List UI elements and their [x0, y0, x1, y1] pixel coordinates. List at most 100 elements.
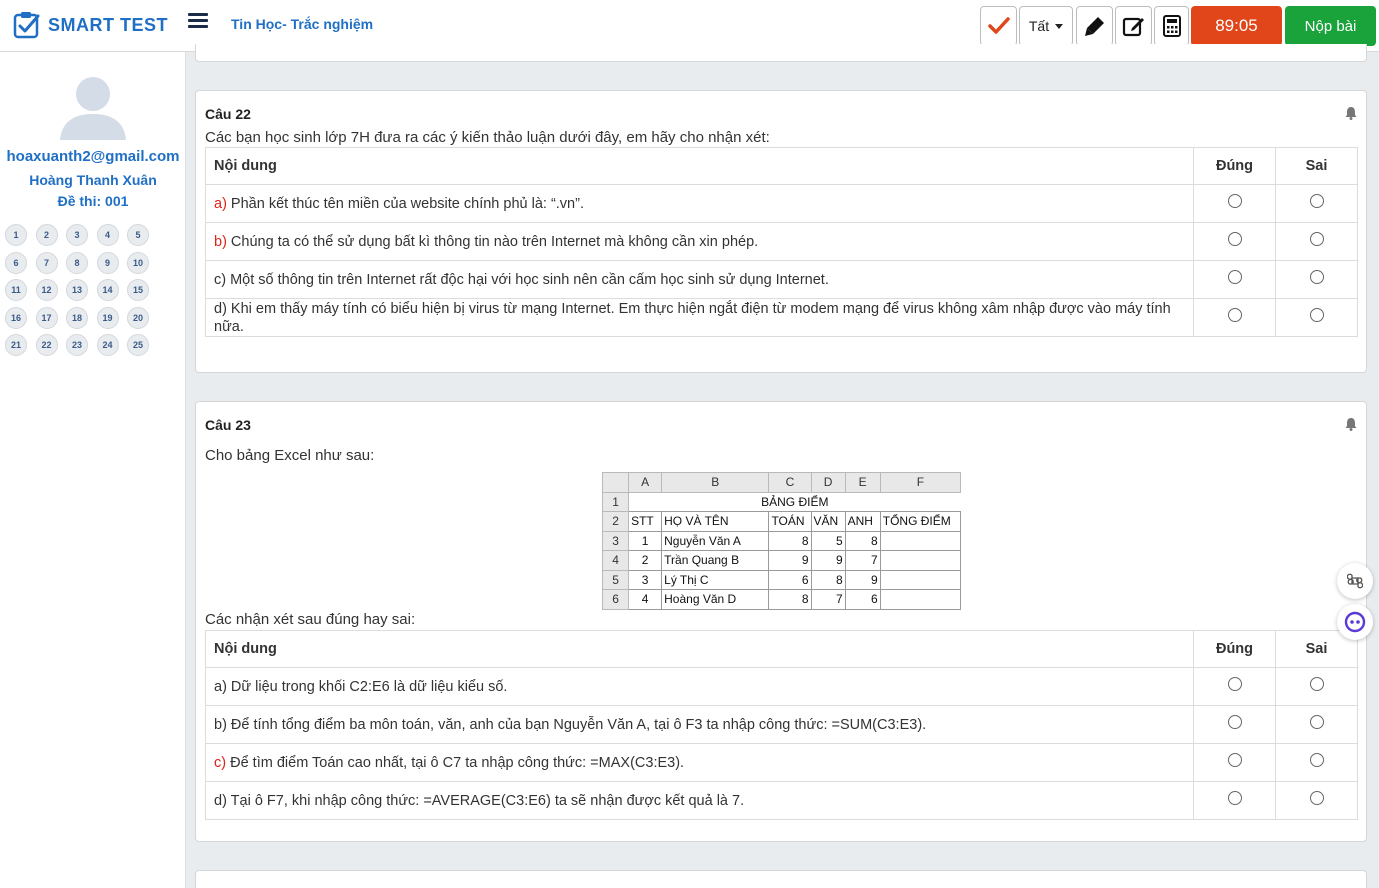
statement-text: a) Dữ liệu trong khối C2:E6 là dữ liệu k…: [214, 678, 508, 695]
statement-row: a) Dữ liệu trong khối C2:E6 là dữ liệu k…: [205, 667, 1358, 706]
menu-icon[interactable]: [188, 13, 208, 31]
statement-text: b) Để tính tổng điểm ba môn toán, văn, a…: [214, 716, 927, 733]
question-nav-button[interactable]: 5: [127, 224, 149, 246]
excel-cell: 8: [810, 569, 846, 590]
statement-text-cell: d) Khi em thấy máy tính có biểu hiện bị …: [205, 298, 1194, 337]
radio-true[interactable]: [1227, 715, 1242, 729]
bell-icon[interactable]: [1344, 417, 1358, 431]
radio-cell-true: [1193, 298, 1276, 337]
radio-cell-true: [1193, 743, 1276, 782]
question-nav-button[interactable]: 6: [5, 251, 27, 274]
checkmark-icon: [987, 17, 1010, 34]
question-nav-button[interactable]: 9: [96, 251, 119, 274]
radio-false[interactable]: [1309, 715, 1324, 729]
question-nav-button[interactable]: 7: [35, 251, 58, 274]
radio-false[interactable]: [1309, 194, 1324, 208]
shortcut-button[interactable]: [1337, 563, 1373, 599]
radio-false[interactable]: [1309, 753, 1324, 767]
statement-mark: a): [214, 195, 227, 212]
note-button[interactable]: [1115, 6, 1152, 46]
excel-cell: 4: [628, 589, 663, 610]
assistant-button[interactable]: [1337, 604, 1373, 640]
radio-false[interactable]: [1309, 232, 1324, 246]
statement-text-cell: a) Phần kết thúc tên miền của website ch…: [205, 184, 1194, 223]
statement-row: c) Để tìm điểm Toán cao nhất, tại ô C7 t…: [205, 743, 1358, 782]
radio-true[interactable]: [1227, 270, 1242, 284]
question-nav-button[interactable]: 12: [35, 279, 58, 301]
question-nav-button[interactable]: 11: [5, 279, 27, 301]
question-nav-button[interactable]: 1: [5, 224, 27, 246]
radio-true[interactable]: [1227, 791, 1242, 805]
question-nav-button[interactable]: 3: [66, 224, 88, 246]
excel-col-header: D: [810, 472, 846, 493]
radio-true[interactable]: [1227, 677, 1242, 691]
excel-cell: TỔNG ĐIỂM: [879, 511, 962, 532]
question-nav-button[interactable]: 8: [66, 251, 88, 274]
question-nav-button[interactable]: 21: [5, 334, 27, 356]
question-nav-button[interactable]: 2: [35, 224, 58, 246]
question-card-22: Câu 22 Các bạn học sinh lớp 7H đưa ra cá…: [195, 90, 1367, 373]
radio-true[interactable]: [1227, 753, 1242, 767]
submit-button[interactable]: Nộp bài: [1285, 6, 1376, 46]
countdown-timer: 89:05: [1191, 6, 1282, 46]
question-title: Câu 23: [205, 417, 251, 433]
question-nav-button[interactable]: 15: [127, 279, 149, 301]
excel-cell: 9: [810, 550, 846, 571]
statement-row: d) Tại ô F7, khi nhập công thức: =AVERAG…: [205, 781, 1358, 820]
question-nav-button[interactable]: 23: [66, 334, 88, 356]
question-nav-button[interactable]: 25: [127, 334, 149, 356]
statement-text-cell: c) Một số thông tin trên Internet rất độ…: [205, 260, 1194, 299]
question-nav-button[interactable]: 24: [96, 334, 119, 356]
user-email: hoaxuanth2@gmail.com: [6, 148, 180, 165]
sidebar: hoaxuanth2@gmail.com Hoàng Thanh Xuân Đề…: [0, 52, 186, 888]
question-nav-button[interactable]: 17: [35, 306, 58, 329]
excel-cell: 7: [810, 589, 846, 610]
radio-cell-false: [1275, 260, 1358, 299]
excel-cell: 6: [844, 589, 881, 610]
question-nav-button[interactable]: 4: [96, 224, 119, 246]
question-nav-button[interactable]: 14: [96, 279, 119, 301]
excel-cell: 6: [768, 569, 812, 590]
mark-answered-button[interactable]: [980, 6, 1017, 46]
excel-cell: [879, 550, 962, 571]
question-nav-button[interactable]: 22: [35, 334, 58, 356]
header-content: Nội dung: [205, 147, 1194, 185]
radio-false[interactable]: [1309, 270, 1324, 284]
excel-row-number: 5: [601, 569, 630, 590]
question-nav-button[interactable]: 20: [127, 306, 149, 329]
excel-cell: 2: [628, 550, 663, 571]
logo[interactable]: SMART TEST: [12, 10, 168, 40]
excel-cell: Nguyễn Văn A: [661, 530, 770, 551]
statement-row: c) Một số thông tin trên Internet rất độ…: [205, 260, 1358, 299]
highlighter-button[interactable]: [1076, 6, 1113, 46]
radio-cell-false: [1275, 222, 1358, 261]
radio-true[interactable]: [1227, 232, 1242, 246]
excel-cell: 8: [844, 530, 881, 551]
statement-mark: c): [214, 754, 227, 771]
excel-cell: [879, 530, 962, 551]
excel-row-number: 4: [601, 550, 630, 571]
radio-cell-true: [1193, 184, 1276, 223]
radio-false[interactable]: [1309, 308, 1324, 322]
header-true: Đúng: [1193, 630, 1276, 668]
radio-cell-true: [1193, 260, 1276, 299]
excel-cell: ANH: [844, 511, 881, 532]
statement-row: b) Để tính tổng điểm ba môn toán, văn, a…: [205, 705, 1358, 744]
excel-cell: STT: [628, 511, 663, 532]
question-card-next: [195, 870, 1367, 888]
radio-false[interactable]: [1309, 791, 1324, 805]
filter-dropdown-value: Tất: [1028, 18, 1050, 34]
radio-true[interactable]: [1227, 308, 1242, 322]
statement-text: c) Một số thông tin trên Internet rất độ…: [214, 271, 829, 288]
question-nav-button[interactable]: 10: [127, 251, 149, 274]
radio-false[interactable]: [1309, 677, 1324, 691]
filter-dropdown[interactable]: Tất: [1019, 6, 1073, 46]
question-nav-button[interactable]: 19: [96, 306, 119, 329]
question-nav-button[interactable]: 18: [66, 306, 88, 329]
question-nav-button[interactable]: 16: [5, 306, 27, 329]
statement-text: Chúng ta có thể sử dụng bất kì thông tin…: [226, 233, 759, 250]
bell-icon[interactable]: [1344, 106, 1358, 120]
question-nav-button[interactable]: 13: [66, 279, 88, 301]
radio-true[interactable]: [1227, 194, 1242, 208]
calculator-button[interactable]: [1154, 6, 1189, 46]
